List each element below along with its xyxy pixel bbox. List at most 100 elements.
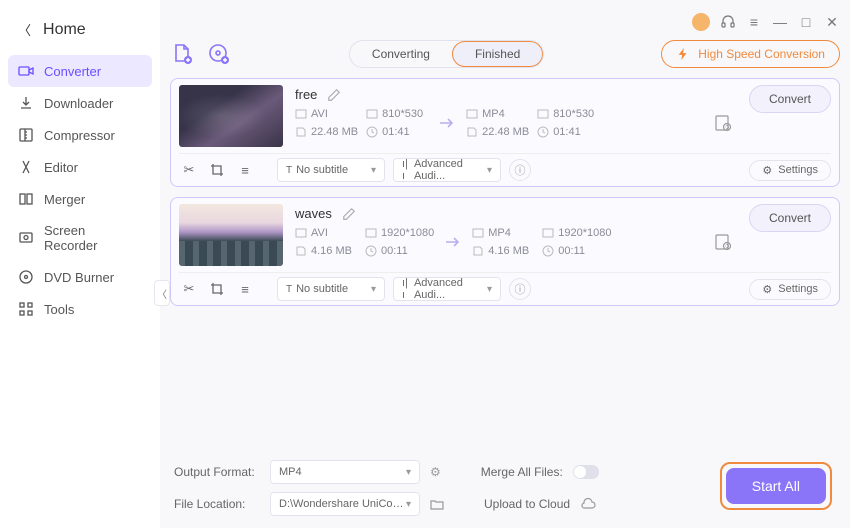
start-all-button[interactable]: Start All (726, 468, 826, 504)
gear-icon: ⚙ (762, 164, 772, 177)
dst-dim: 810*530 (553, 108, 594, 120)
file-card: waves AVI 4.16 MB 1920*1080 00:11 (170, 197, 840, 306)
subtitle-value: No subtitle (296, 283, 348, 295)
sidebar-item-label: Compressor (44, 128, 115, 143)
sidebar-item-label: Editor (44, 160, 78, 175)
effects-icon[interactable]: ≡ (235, 279, 255, 299)
sidebar-item-label: Converter (44, 64, 101, 79)
src-size: 4.16 MB (311, 245, 352, 257)
high-speed-button[interactable]: High Speed Conversion (661, 40, 840, 68)
recorder-icon (18, 230, 34, 246)
trim-icon[interactable]: ✂ (179, 160, 199, 180)
output-format-value: MP4 (279, 466, 302, 478)
arrow-right-icon (442, 231, 464, 253)
trim-icon[interactable]: ✂ (179, 279, 199, 299)
file-location-select[interactable]: D:\Wondershare UniConverter 1▾ (270, 492, 420, 516)
video-thumbnail[interactable] (179, 85, 283, 147)
src-format: AVI (311, 108, 328, 120)
src-dim: 810*530 (382, 108, 423, 120)
window-controls: ≡ — □ ✕ (170, 8, 840, 36)
merger-icon (18, 191, 34, 207)
gear-icon: ⚙ (762, 283, 772, 296)
converter-icon (18, 63, 34, 79)
dst-format: MP4 (482, 108, 505, 120)
convert-button[interactable]: Convert (749, 204, 831, 232)
settings-label: Settings (778, 164, 818, 176)
info-button[interactable]: ⓘ (509, 159, 531, 181)
crop-icon[interactable] (207, 160, 227, 180)
sidebar-collapse-button[interactable]: 〈 (154, 280, 170, 306)
tab-finished[interactable]: Finished (452, 41, 543, 67)
sidebar-item-merger[interactable]: Merger (8, 183, 152, 215)
settings-button[interactable]: ⚙Settings (749, 279, 831, 300)
merge-toggle[interactable] (573, 465, 599, 479)
minimize-icon[interactable]: — (772, 14, 788, 30)
src-dur: 01:41 (382, 126, 410, 138)
dst-dim: 1920*1080 (558, 227, 611, 239)
file-title: free (295, 87, 317, 102)
audio-value: Advanced Audi... (414, 158, 487, 182)
dst-format: MP4 (488, 227, 511, 239)
status-tabs: Converting Finished (349, 40, 544, 68)
file-location-label: File Location: (174, 497, 260, 511)
audio-select[interactable]: ı|ıAdvanced Audi...▾ (393, 277, 501, 301)
info-button[interactable]: ⓘ (509, 278, 531, 300)
edit-title-icon[interactable] (327, 88, 341, 102)
output-preset-icon[interactable] (713, 232, 733, 252)
src-format: AVI (311, 227, 328, 239)
cloud-icon[interactable] (580, 498, 596, 510)
menu-icon[interactable]: ≡ (746, 14, 762, 30)
dst-dur: 00:11 (558, 245, 585, 257)
merge-label: Merge All Files: (481, 465, 563, 479)
start-all-highlight: Start All (720, 462, 832, 510)
output-format-select[interactable]: MP4▾ (270, 460, 420, 484)
src-dim: 1920*1080 (381, 227, 434, 239)
subtitle-select[interactable]: TNo subtitle▾ (277, 158, 385, 182)
tools-icon (18, 301, 34, 317)
sidebar-item-converter[interactable]: Converter (8, 55, 152, 87)
audio-value: Advanced Audi... (414, 277, 487, 301)
sidebar-item-label: Downloader (44, 96, 113, 111)
back-icon: 〈 (18, 20, 31, 39)
file-title: waves (295, 206, 332, 221)
subtitle-select[interactable]: TNo subtitle▾ (277, 277, 385, 301)
sidebar-item-downloader[interactable]: Downloader (8, 87, 152, 119)
video-thumbnail[interactable] (179, 204, 283, 266)
editor-icon (18, 159, 34, 175)
output-preset-icon[interactable] (713, 113, 733, 133)
high-speed-label: High Speed Conversion (698, 47, 825, 61)
sidebar-item-label: DVD Burner (44, 270, 114, 285)
sidebar-item-compressor[interactable]: Compressor (8, 119, 152, 151)
file-card: free AVI 22.48 MB 810*530 01:41 (170, 78, 840, 187)
convert-button[interactable]: Convert (749, 85, 831, 113)
sidebar-item-tools[interactable]: Tools (8, 293, 152, 325)
effects-icon[interactable]: ≡ (235, 160, 255, 180)
edit-title-icon[interactable] (342, 207, 356, 221)
open-folder-icon[interactable] (430, 497, 444, 511)
sidebar-item-editor[interactable]: Editor (8, 151, 152, 183)
audio-select[interactable]: ı|ıAdvanced Audi...▾ (393, 158, 501, 182)
add-file-button[interactable] (170, 41, 196, 67)
dvd-icon (18, 269, 34, 285)
add-dvd-button[interactable] (206, 41, 232, 67)
settings-button[interactable]: ⚙ Settings (749, 160, 831, 181)
home-row[interactable]: 〈 Home (8, 12, 152, 47)
bottom-bar: Output Format: MP4▾ ⚙ Merge All Files: F… (170, 450, 840, 528)
src-size: 22.48 MB (311, 126, 358, 138)
crop-icon[interactable] (207, 279, 227, 299)
sidebar-item-label: Screen Recorder (44, 223, 142, 253)
download-icon (18, 95, 34, 111)
tab-converting[interactable]: Converting (350, 41, 452, 67)
sidebar-item-dvd-burner[interactable]: DVD Burner (8, 261, 152, 293)
sidebar-item-label: Tools (44, 302, 74, 317)
subtitle-value: No subtitle (296, 164, 348, 176)
maximize-icon[interactable]: □ (798, 14, 814, 30)
src-dur: 00:11 (381, 245, 408, 257)
dst-size: 22.48 MB (482, 126, 529, 138)
compress-icon (18, 127, 34, 143)
headset-icon[interactable] (720, 14, 736, 30)
output-settings-icon[interactable]: ⚙ (430, 465, 441, 479)
sidebar-item-screen-recorder[interactable]: Screen Recorder (8, 215, 152, 261)
close-icon[interactable]: ✕ (824, 14, 840, 30)
avatar-icon[interactable] (692, 13, 710, 31)
